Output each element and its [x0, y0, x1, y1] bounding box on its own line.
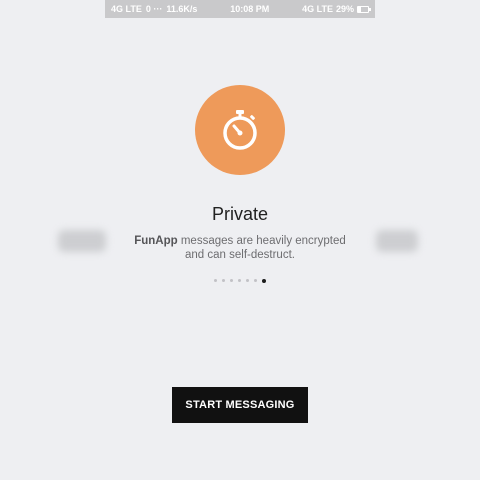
network-indicator-right: 4G LTE	[302, 4, 333, 14]
network-indicator: 4G LTE	[111, 4, 142, 14]
slide-description: FunApp messages are heavily encrypted an…	[105, 234, 375, 262]
page-dot[interactable]	[254, 279, 257, 282]
hero-circle	[195, 85, 285, 175]
description-line-1: messages are heavily encrypted	[177, 235, 346, 247]
page-dot[interactable]	[246, 279, 249, 282]
battery-fill	[357, 6, 361, 12]
previous-slide-preview	[58, 230, 106, 252]
battery-percent: 29%	[335, 4, 354, 14]
page-dot[interactable]	[230, 279, 233, 282]
page-dot[interactable]	[214, 279, 217, 282]
start-messaging-button[interactable]: START MESSAGING	[172, 387, 308, 423]
status-bar: 4G LTE 0 ··· 11.6K/s 10:08 PM 4G LTE 29%	[105, 0, 375, 18]
page-indicator	[0, 278, 480, 283]
page-dot[interactable]	[238, 279, 241, 282]
network-speed: 11.6K/s	[166, 4, 198, 14]
app-name: FunApp	[134, 235, 178, 247]
status-right: 4G LTE 29%	[302, 4, 371, 14]
page-dot-active[interactable]	[262, 278, 266, 283]
stopwatch-icon	[223, 110, 257, 150]
battery-icon	[356, 5, 371, 13]
slide-title: Private	[211, 204, 269, 224]
page-dot[interactable]	[222, 279, 225, 282]
signal-indicator: 0 ···	[145, 4, 163, 14]
description-line-2: and can self-destruct.	[185, 249, 295, 261]
status-left: 4G LTE 0 ··· 11.6K/s	[111, 4, 197, 14]
status-time: 10:08 PM	[230, 4, 270, 14]
onboarding-screen: 4G LTE 0 ··· 11.6K/s 10:08 PM 4G LTE 29%…	[0, 0, 480, 480]
next-slide-preview	[376, 230, 418, 252]
